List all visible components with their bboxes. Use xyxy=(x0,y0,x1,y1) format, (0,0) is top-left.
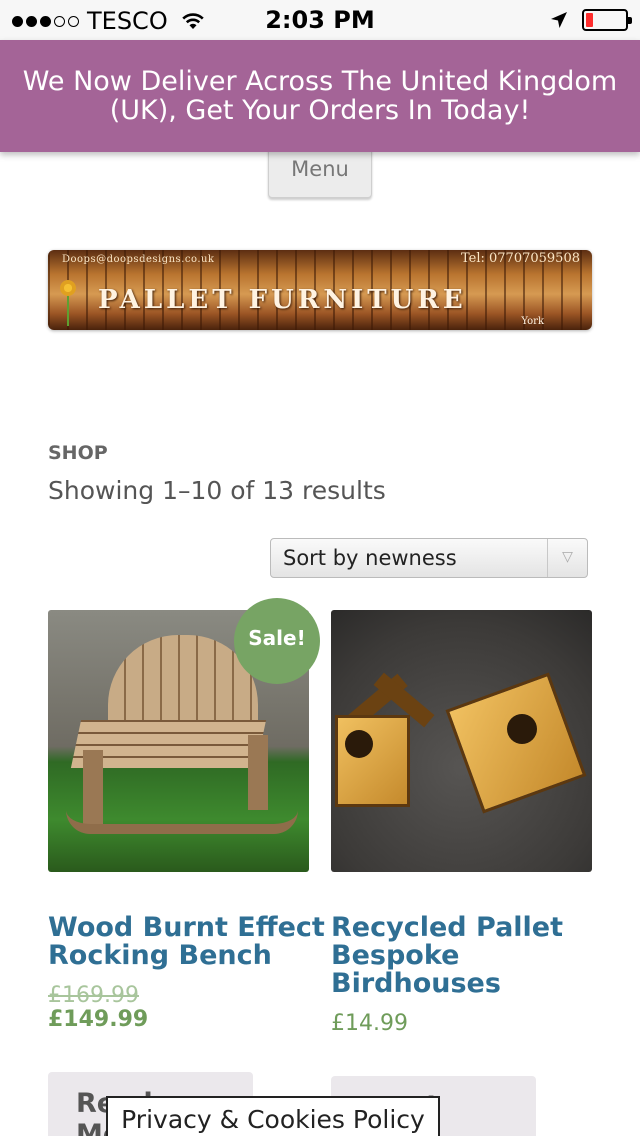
status-right xyxy=(550,9,632,31)
breadcrumb: SHOP xyxy=(48,442,108,464)
bench-rocker xyxy=(66,810,298,834)
product-price: £14.99 xyxy=(331,1011,408,1036)
product-image-birdhouses[interactable] xyxy=(331,610,592,872)
sort-select[interactable]: Sort by newness ▽ xyxy=(270,538,588,578)
clock: 2:03 PM xyxy=(265,6,375,34)
battery-icon xyxy=(582,9,632,31)
logo-location: York xyxy=(521,316,544,327)
sale-badge: Sale! xyxy=(234,598,320,684)
product-title-link[interactable]: Wood Burnt Effect Rocking Bench xyxy=(48,914,328,970)
sort-selected-value: Sort by newness xyxy=(283,546,457,570)
status-bar: TESCO 2:03 PM xyxy=(0,0,640,40)
logo-email: Doops@doopsdesigns.co.uk xyxy=(62,254,215,265)
site-logo[interactable]: Doops@doopsdesigns.co.uk Tel: 0770705950… xyxy=(48,250,592,330)
product-title-link[interactable]: Recycled Pallet Bespoke Birdhouses xyxy=(331,914,591,998)
result-count: Showing 1–10 of 13 results xyxy=(48,476,386,505)
product-price-old: £169.99 xyxy=(48,983,139,1008)
birdhouse xyxy=(335,715,410,807)
battery-level xyxy=(586,13,593,27)
flower-icon xyxy=(60,280,76,296)
product-price-sale: £149.99 xyxy=(48,1007,149,1032)
logo-title: Pallet Furniture xyxy=(98,285,467,315)
location-arrow-icon xyxy=(551,12,567,28)
flower-stem xyxy=(67,296,69,326)
privacy-cookies-link[interactable]: Privacy & Cookies Policy xyxy=(106,1096,440,1136)
bench-leg xyxy=(248,735,268,810)
chevron-down-icon: ▽ xyxy=(547,539,587,577)
logo-tel: Tel: 07707059508 xyxy=(460,251,580,266)
store-notice-banner: We Now Deliver Across The United Kingdom… xyxy=(0,40,640,152)
